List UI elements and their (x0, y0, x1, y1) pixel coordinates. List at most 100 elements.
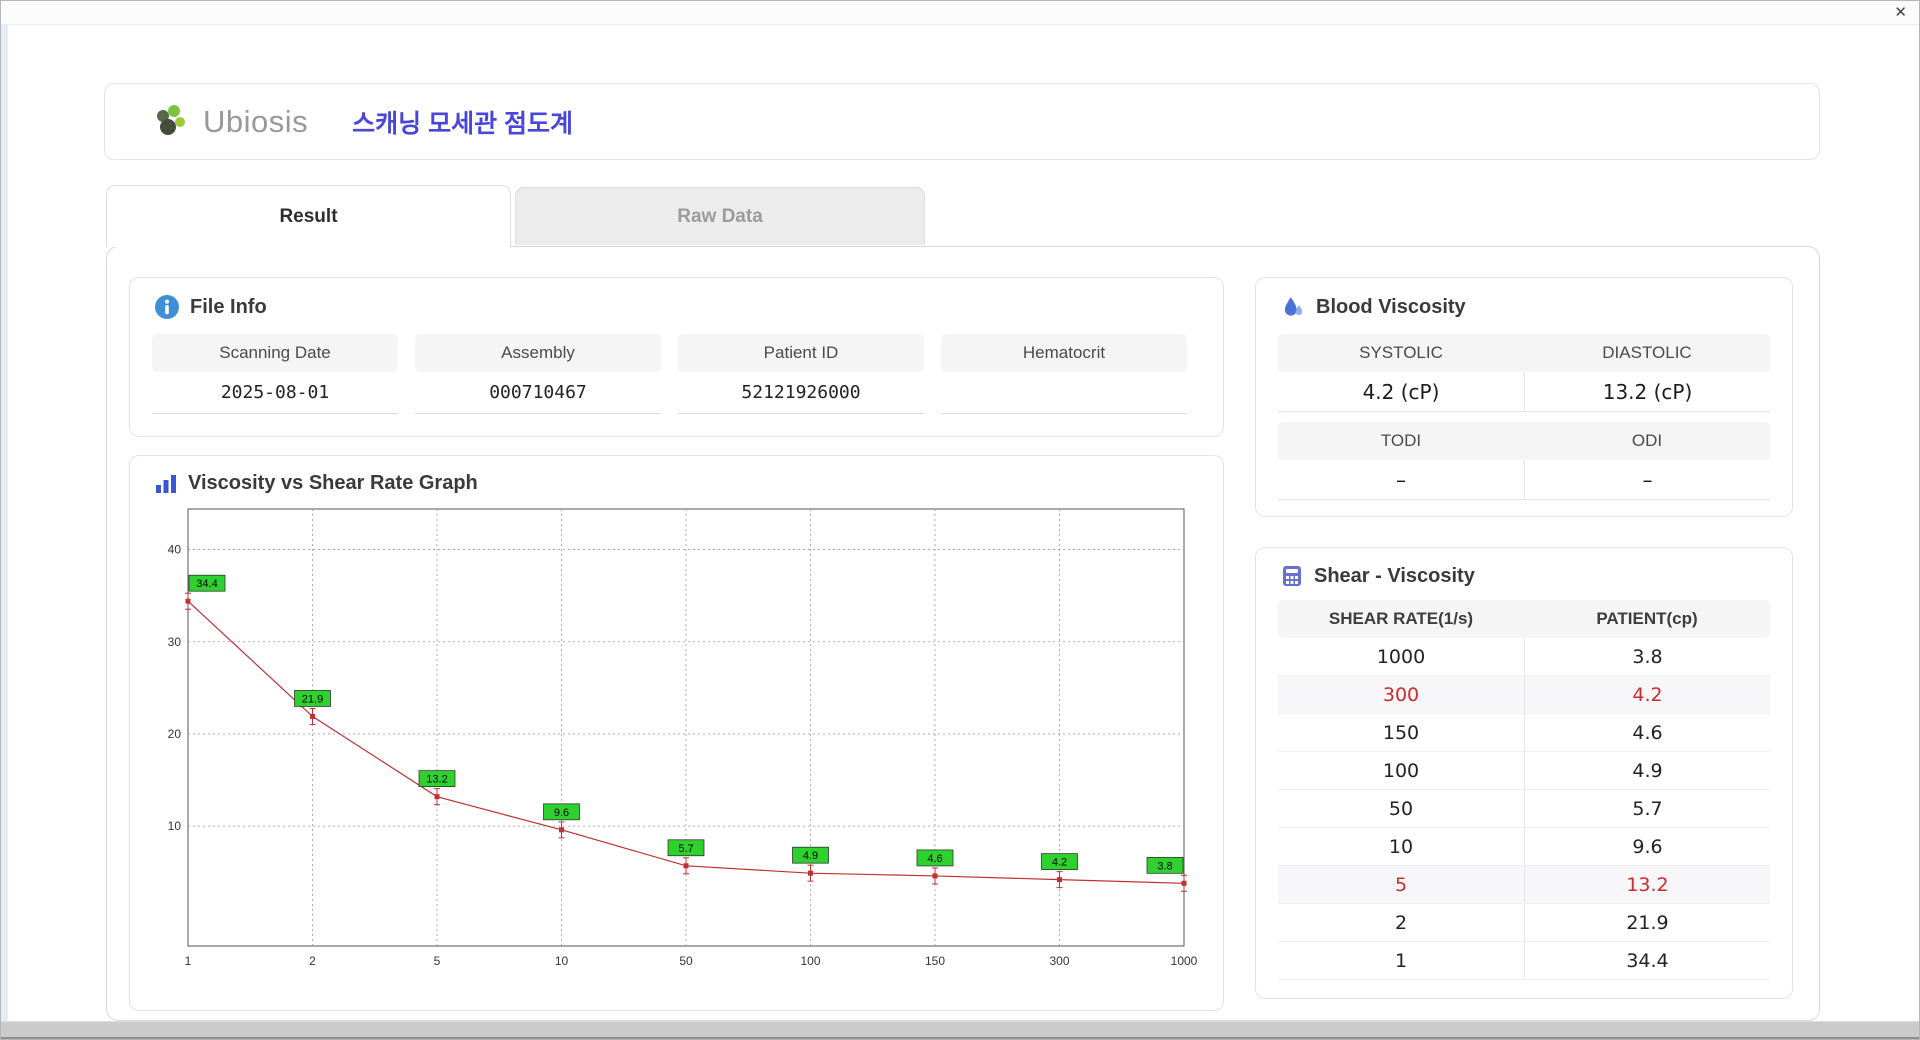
shear-rate-column-header: SHEAR RATE(1/s) (1328, 609, 1474, 628)
blood-viscosity-value-row: 4.2 (cP) 13.2 (cP) (1278, 372, 1770, 412)
ubiosis-logo: Ubiosis (153, 104, 308, 140)
shear-rate-value: 5 (1394, 873, 1408, 896)
field-hematocrit: Hematocrit (941, 334, 1187, 414)
patient-viscosity-value: 4.9 (1524, 752, 1770, 789)
tab-result[interactable]: Result (106, 185, 511, 247)
calculator-icon (1280, 564, 1304, 588)
svg-text:10: 10 (555, 954, 569, 968)
viscosity-chart: 10 20 30 40 1 2 5 10 50 100 150 300 1000 34.4 21.9 13.2… (168, 508, 1198, 968)
svg-text:50: 50 (679, 954, 693, 968)
patient-viscosity-value: 21.9 (1524, 904, 1770, 941)
field-value: 52121926000 (678, 372, 924, 414)
field-label: Hematocrit (941, 334, 1187, 372)
svg-text:34.4: 34.4 (196, 578, 217, 590)
blood-viscosity-card: Blood Viscosity SYSTOLIC DIASTOLIC 4.2 (… (1255, 277, 1793, 517)
info-icon (154, 294, 180, 320)
table-row: 1000 3.8 (1278, 638, 1770, 676)
field-value: 2025-08-01 (152, 372, 398, 414)
shear-viscosity-header-row: SHEAR RATE(1/s) PATIENT(cp) (1278, 600, 1770, 638)
bar-chart-icon (154, 473, 178, 495)
shear-rate-value: 1000 (1376, 645, 1426, 668)
svg-text:30: 30 (168, 635, 182, 649)
app-title: 스캐닝 모세관 점도계 (352, 109, 574, 138)
field-patient-id: Patient ID 52121926000 (678, 334, 924, 414)
tab-result-label: Result (279, 205, 338, 227)
file-info-card: File Info Scanning Date 2025-08-01 Assem… (129, 277, 1224, 437)
shear-rate-value: 2 (1394, 911, 1408, 934)
svg-text:40: 40 (168, 543, 182, 557)
shear-viscosity-table: SHEAR RATE(1/s) PATIENT(cp) 1000 3.8 300… (1256, 588, 1792, 980)
blood-viscosity-table: SYSTOLIC DIASTOLIC 4.2 (cP) 13.2 (cP) TO… (1256, 320, 1792, 500)
shear-rate-value: 100 (1382, 759, 1420, 782)
patient-viscosity-value: 34.4 (1524, 942, 1770, 979)
window-bottom-edge (1, 1021, 1919, 1039)
svg-text:5.7: 5.7 (678, 843, 693, 855)
patient-viscosity-value: 5.7 (1524, 790, 1770, 827)
odi-value: – (1524, 460, 1770, 499)
field-value: 000710467 (415, 372, 661, 414)
systolic-value: 4.2 (cP) (1362, 379, 1440, 404)
svg-text:13.2: 13.2 (426, 774, 447, 786)
svg-text:4.2: 4.2 (1052, 857, 1067, 869)
result-panel: File Info Scanning Date 2025-08-01 Assem… (106, 246, 1820, 1021)
viscosity-graph-card: Viscosity vs Shear Rate Graph 10 20 30 40 1 2… (129, 455, 1224, 1011)
window-titlebar: ✕ (1, 1, 1919, 25)
table-row: 100 4.9 (1278, 752, 1770, 790)
window-left-edge (1, 25, 8, 1021)
blood-viscosity-title: Blood Viscosity (1316, 295, 1466, 318)
blood-viscosity-header-row: SYSTOLIC DIASTOLIC (1278, 334, 1770, 372)
ubiosis-logo-icon (153, 104, 195, 140)
table-row: 150 4.6 (1278, 714, 1770, 752)
tab-raw-data[interactable]: Raw Data (515, 187, 925, 245)
systolic-header: SYSTOLIC (1359, 343, 1443, 362)
table-row: 300 4.2 (1278, 676, 1770, 714)
field-label: Assembly (415, 334, 661, 372)
svg-text:4.9: 4.9 (803, 850, 818, 862)
field-assembly: Assembly 000710467 (415, 334, 661, 414)
patient-viscosity-value: 4.2 (1524, 676, 1770, 713)
svg-text:2: 2 (309, 954, 316, 968)
svg-text:300: 300 (1049, 954, 1069, 968)
odi-header: ODI (1631, 431, 1663, 450)
svg-text:4.6: 4.6 (927, 853, 942, 865)
svg-text:150: 150 (925, 954, 945, 968)
tab-raw-data-label: Raw Data (677, 205, 763, 227)
field-scanning-date: Scanning Date 2025-08-01 (152, 334, 398, 414)
field-label: Scanning Date (152, 334, 398, 372)
patient-viscosity-value: 13.2 (1524, 866, 1770, 903)
patient-viscosity-value: 3.8 (1524, 638, 1770, 675)
table-row: 5 13.2 (1278, 866, 1770, 904)
svg-text:1: 1 (185, 954, 192, 968)
patient-viscosity-value: 9.6 (1524, 828, 1770, 865)
shear-rate-value: 10 (1388, 835, 1414, 858)
svg-text:21.9: 21.9 (302, 693, 323, 705)
logo-text: Ubiosis (203, 103, 309, 139)
table-row: 2 21.9 (1278, 904, 1770, 942)
svg-text:100: 100 (800, 954, 820, 968)
table-row: 10 9.6 (1278, 828, 1770, 866)
shear-viscosity-title: Shear - Viscosity (1314, 564, 1475, 587)
svg-text:20: 20 (168, 727, 182, 741)
file-info-title: File Info (190, 295, 267, 318)
svg-text:10: 10 (168, 819, 182, 833)
todi-odi-value-row: – – (1278, 460, 1770, 500)
diastolic-header: DIASTOLIC (1602, 343, 1692, 362)
field-label: Patient ID (678, 334, 924, 372)
graph-title: Viscosity vs Shear Rate Graph (188, 472, 478, 494)
svg-text:3.8: 3.8 (1157, 860, 1172, 872)
shear-rate-value: 300 (1382, 683, 1420, 706)
table-row: 50 5.7 (1278, 790, 1770, 828)
svg-text:9.6: 9.6 (554, 807, 569, 819)
shear-rate-value: 1 (1394, 949, 1408, 972)
svg-text:5: 5 (434, 954, 441, 968)
close-icon[interactable]: ✕ (1894, 4, 1907, 22)
shear-rate-value: 50 (1388, 797, 1414, 820)
todi-header: TODI (1380, 431, 1422, 450)
shear-viscosity-card: Shear - Viscosity SHEAR RATE(1/s) PATIEN… (1255, 547, 1793, 999)
patient-viscosity-value: 4.6 (1524, 714, 1770, 751)
chart-area: 10 20 30 40 1 2 5 10 50 100 150 300 1000 34.4 21.9 13.2… (130, 495, 1223, 978)
app-header: Ubiosis 스캐닝 모세관 점도계 (104, 83, 1820, 160)
blood-drop-icon (1280, 294, 1306, 320)
patient-column-header: PATIENT(cp) (1596, 609, 1698, 628)
field-value (941, 372, 1187, 414)
